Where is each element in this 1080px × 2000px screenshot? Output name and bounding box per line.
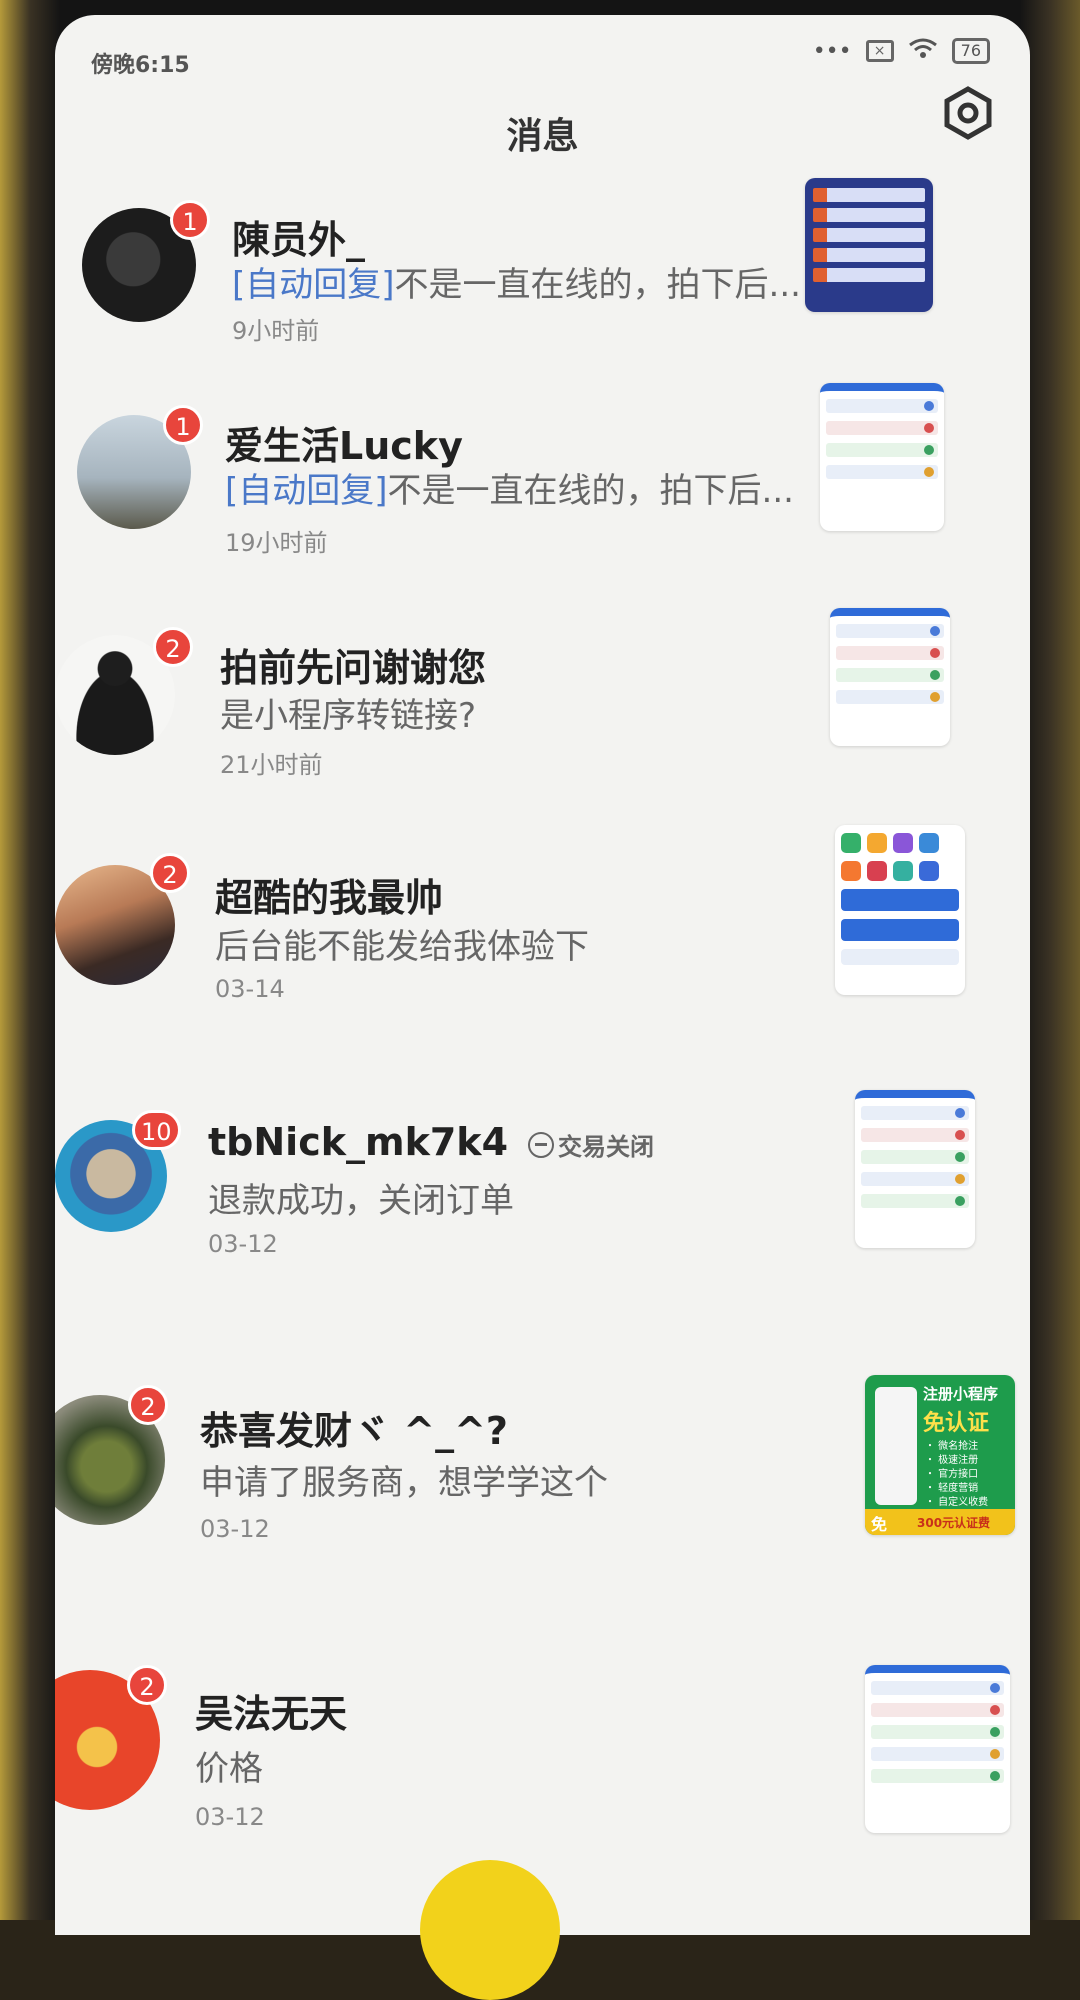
conversation-name: 爱生活Lucky <box>225 424 463 468</box>
page-title: 消息 <box>506 116 579 157</box>
settings-button[interactable] <box>940 85 996 141</box>
product-thumbnail[interactable] <box>820 383 944 531</box>
conversation-item[interactable]: 1 爱生活Lucky [自动回复]不是一直在线的，拍下后... 19小时前 <box>55 375 1030 575</box>
conversation-item[interactable]: 10 tbNick_mk7k4 交易关闭 退款成功，关闭订单 03-12 <box>55 1075 1030 1275</box>
promo-bullet: ・ 极速注册 <box>925 1455 979 1466</box>
conversation-preview: 是小程序转链接? <box>220 696 477 736</box>
status-icons: ••• × 76 <box>813 37 990 65</box>
unread-badge: 2 <box>150 853 190 893</box>
conversation-name: tbNick_mk7k4 交易关闭 <box>208 1120 654 1164</box>
conversation-item[interactable]: 2 吴法无天 价格 03-12 <box>55 1635 1030 1835</box>
more-dots-icon: ••• <box>812 38 852 64</box>
promo-bullet: ・ 轻度营销 <box>925 1483 979 1494</box>
conversation-name: 超酷的我最帅 <box>215 876 444 920</box>
conversation-preview: 申请了服务商，想学学这个 <box>200 1463 608 1503</box>
conversation-preview: [自动回复]不是一直在线的，拍下后... <box>225 463 794 512</box>
conversation-time: 03-14 <box>215 975 285 1003</box>
wifi-icon <box>908 37 938 65</box>
unread-badge: 1 <box>170 200 210 240</box>
conversation-time: 03-12 <box>208 1230 278 1258</box>
promo-thumbnail[interactable]: 注册小程序 免认证 ・ 微名抢注 ・ 极速注册 ・ 官方接口 ・ 轻度营销 ・ … <box>865 1375 1015 1535</box>
conversation-time: 19小时前 <box>225 529 328 557</box>
promo-footer: 免 300元认证费 <box>865 1509 1015 1535</box>
conversation-name-text: tbNick_mk7k4 <box>208 1120 509 1164</box>
minus-circle-icon <box>528 1132 555 1158</box>
promo-bullet: ・ 官方接口 <box>925 1469 979 1480</box>
unread-badge: 2 <box>127 1665 167 1705</box>
unread-badge: 2 <box>153 627 193 667</box>
conversation-preview: [自动回复]不是一直在线的，拍下后... <box>232 257 801 306</box>
conversation-preview: 价格 <box>195 1749 263 1789</box>
message-text: 不是一直在线的，拍下后... <box>387 471 794 511</box>
product-thumbnail[interactable] <box>830 608 950 746</box>
product-thumbnail[interactable] <box>805 178 933 312</box>
status-bar: 傍晚6:15 ••• × 76 <box>55 15 1030 95</box>
settings-hex-icon <box>944 86 992 140</box>
trade-closed-tag: 交易关闭 <box>528 1127 654 1162</box>
conversation-name: 拍前先问谢谢您 <box>220 646 487 690</box>
conversation-time: 9小时前 <box>232 317 320 345</box>
conversation-item[interactable]: 2 超酷的我最帅 后台能不能发给我体验下 03-14 <box>55 825 1030 1025</box>
conversation-time: 03-12 <box>200 1515 270 1543</box>
battery-icon: 76 <box>951 38 990 64</box>
conversation-name: 陳员外_ <box>232 218 366 262</box>
conversation-item[interactable]: 1 陳员外_ [自动回复]不是一直在线的，拍下后... 9小时前 <box>55 165 1030 365</box>
promo-bullet: ・ 微名抢注 <box>925 1441 979 1452</box>
conversation-time: 03-12 <box>195 1803 265 1831</box>
conversation-time: 21小时前 <box>220 751 323 779</box>
message-text: 不是一直在线的，拍下后... <box>394 265 801 305</box>
promo-headline: 免认证 <box>923 1411 990 1436</box>
unread-badge: 2 <box>128 1385 168 1425</box>
promo-free-badge: 免 <box>871 1515 888 1534</box>
product-thumbnail[interactable] <box>835 825 965 995</box>
product-thumbnail[interactable] <box>865 1665 1010 1833</box>
floating-action-button[interactable] <box>420 1860 560 2000</box>
auto-reply-tag: [自动回复] <box>232 265 395 305</box>
promo-phone <box>875 1387 917 1505</box>
conversation-item[interactable]: 2 恭喜发财ヾ ^_^? 申请了服务商，想学学这个 03-12 注册小程序 免认… <box>55 1355 1030 1555</box>
conversation-name: 恭喜发财ヾ ^_^? <box>200 1409 508 1453</box>
no-sim-icon: × <box>865 40 894 62</box>
messages-screen: 傍晚6:15 ••• × 76 消息 1 陳员外_ [自动回复]不是一直在线的，… <box>55 15 1030 1935</box>
conversation-preview: 后台能不能发给我体验下 <box>215 927 589 967</box>
promo-footer-text: 300元认证费 <box>917 1516 991 1530</box>
product-thumbnail[interactable] <box>855 1090 975 1248</box>
conversation-name: 吴法无天 <box>195 1692 348 1736</box>
auto-reply-tag: [自动回复] <box>225 471 388 511</box>
conversation-preview: 退款成功，关闭订单 <box>208 1181 514 1221</box>
promo-title: 注册小程序 <box>923 1385 999 1403</box>
promo-bullet: ・ 自定义收费 <box>925 1497 989 1508</box>
status-time: 傍晚6:15 <box>91 53 190 78</box>
unread-badge: 10 <box>132 1110 181 1150</box>
unread-badge: 1 <box>163 405 203 445</box>
conversation-item[interactable]: 2 拍前先问谢谢您 是小程序转链接? 21小时前 <box>55 595 1030 795</box>
